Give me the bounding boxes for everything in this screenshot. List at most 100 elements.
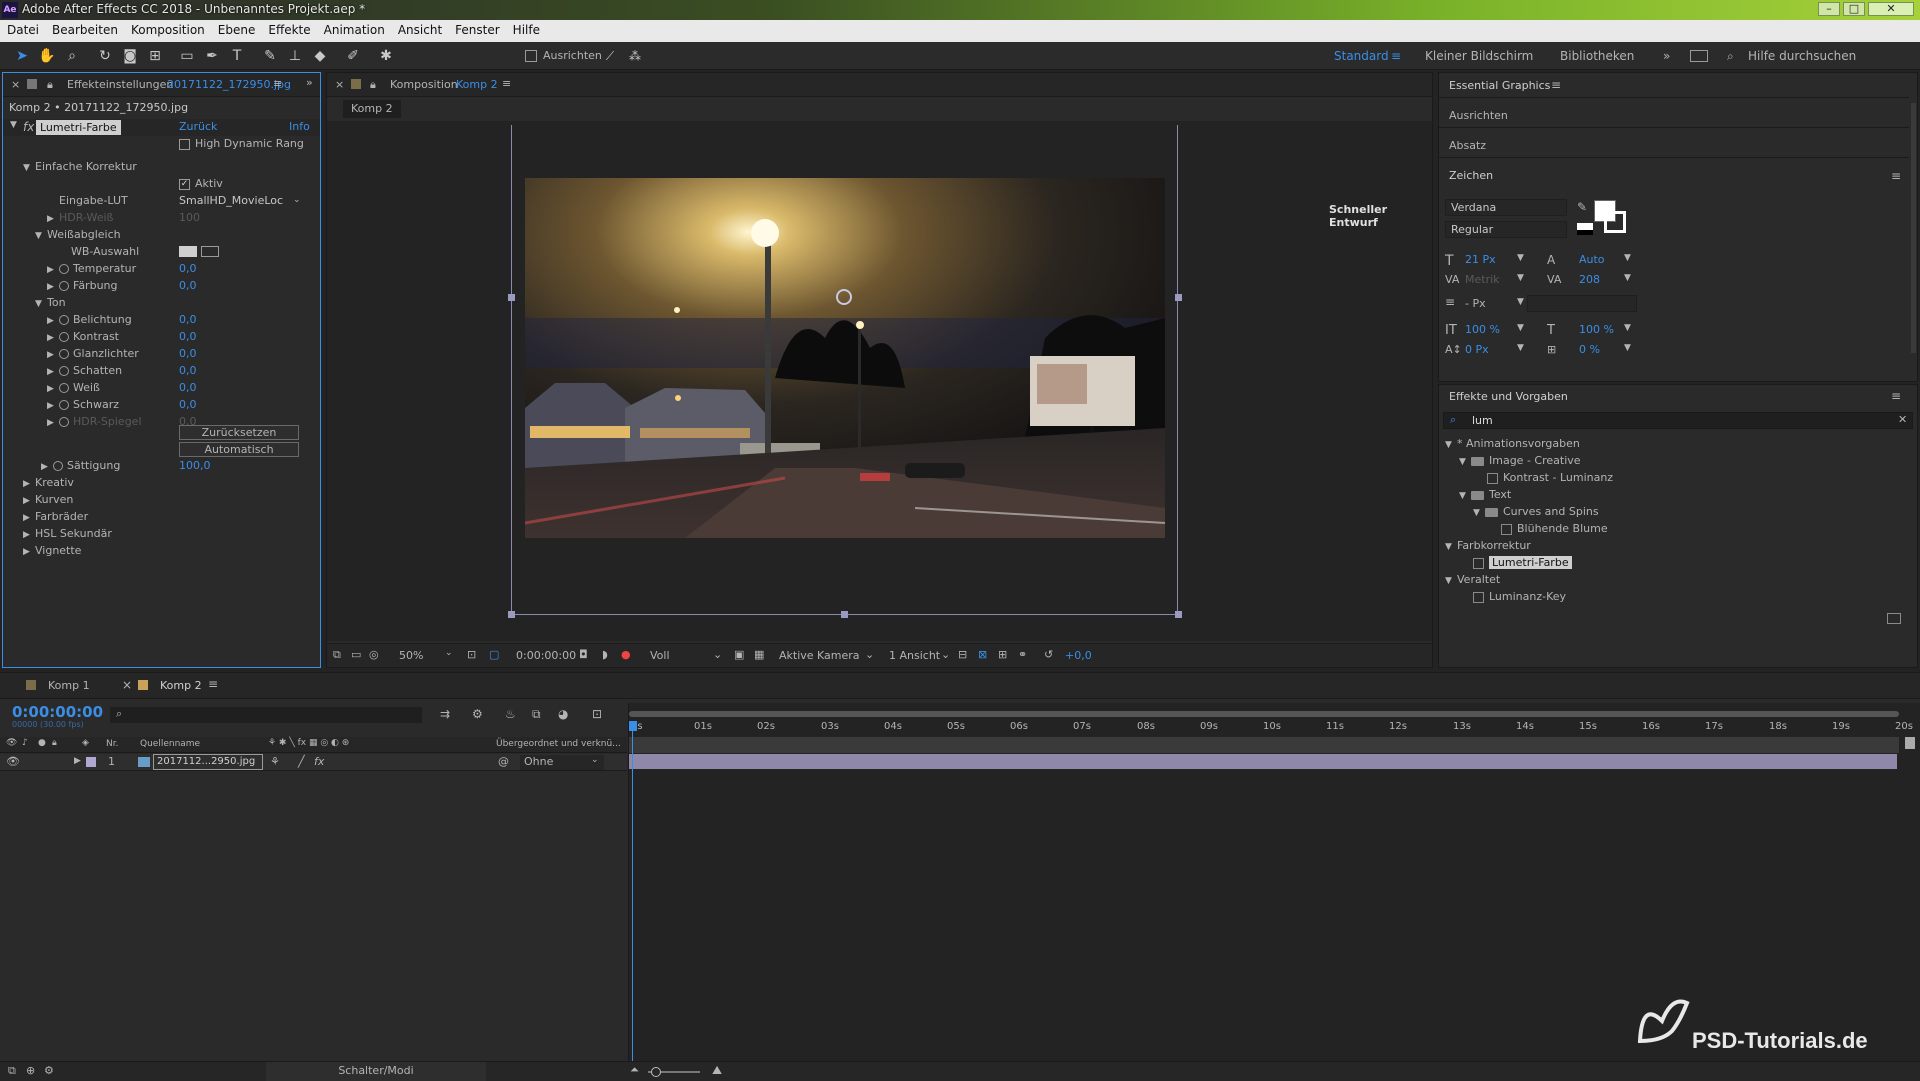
menu-hilfe[interactable]: Hilfe (506, 20, 546, 37)
effect-property-row[interactable]: ▼ Einfache Korrektur (23, 158, 311, 175)
clone-stamp-tool-icon[interactable]: ⊥ (286, 47, 304, 65)
chevron-down-icon[interactable]: ⌄ (445, 648, 453, 658)
show-snapshot-icon[interactable]: ◗ (602, 648, 608, 661)
horizontal-scale-value[interactable]: 100 % (1579, 323, 1614, 336)
workspace-menu-icon[interactable]: ≡ (1391, 49, 1401, 63)
zoom-select[interactable]: 50% (399, 649, 423, 662)
stopwatch-icon[interactable] (59, 366, 69, 376)
hdr-checkbox[interactable] (179, 138, 190, 150)
toggle-modes-icon[interactable]: ⊕ (26, 1064, 35, 1077)
column-parent[interactable]: Übergeordnet und verknü... (496, 739, 621, 749)
wb-eyedropper-icon[interactable] (201, 246, 219, 257)
stopwatch-icon[interactable] (59, 400, 69, 410)
rotate-tool-icon[interactable]: ↻ (96, 47, 114, 65)
solo-toggle-icon[interactable]: ● (38, 738, 46, 748)
sync-settings-icon[interactable] (1690, 50, 1708, 62)
property-value[interactable]: 0,0 (179, 379, 197, 396)
brush-tool-icon[interactable]: ✎ (261, 47, 279, 65)
auto-button[interactable]: Automatisch (179, 442, 299, 457)
panel-menu-icon[interactable]: ≡ (502, 77, 511, 90)
effect-section-row[interactable]: ▶ Kreativ (23, 474, 303, 491)
time-graph[interactable]: 0s01s02s03s04s05s06s07s08s09s10s11s12s13… (628, 703, 1920, 1077)
reset-exposure-icon[interactable]: ↺ (1044, 648, 1053, 661)
viewer-area[interactable]: Schneller Entwurf (327, 121, 1432, 641)
snap-options-icon[interactable]: ⁂ (626, 47, 644, 65)
scrollbar[interactable] (1911, 103, 1916, 353)
stopwatch-icon[interactable] (59, 332, 69, 342)
motion-blur-icon[interactable]: ◕ (558, 707, 568, 721)
dropdown-icon[interactable]: ▼ (1517, 253, 1524, 263)
chevron-down-icon[interactable]: ⌄ (941, 648, 950, 661)
comp-mini-flowchart-icon[interactable]: ⇉ (440, 707, 450, 721)
expand-triangle-icon[interactable]: ▼ (10, 120, 17, 130)
back-link[interactable]: Zurück (179, 120, 217, 133)
fx-toggle-icon[interactable]: fx (23, 120, 34, 134)
font-style-select[interactable]: Regular (1445, 221, 1567, 238)
audio-toggle-icon[interactable]: ♪ (22, 738, 28, 748)
zoom-out-icon[interactable]: ⏶ (630, 1063, 639, 1077)
hand-tool-icon[interactable]: ✋ (38, 47, 56, 65)
dropdown-icon[interactable]: ▼ (1517, 273, 1524, 283)
property-value[interactable]: 0,0 (179, 345, 197, 362)
effect-property-row[interactable]: ▶ Weiß 0,0 (47, 379, 311, 396)
exposure-value[interactable]: +0,0 (1065, 649, 1092, 662)
transform-handle[interactable] (841, 611, 848, 618)
stopwatch-icon[interactable] (59, 349, 69, 359)
menu-fenster[interactable]: Fenster (448, 20, 506, 37)
comp-end-marker-icon[interactable] (1905, 737, 1915, 749)
chevron-down-icon[interactable]: ⌄ (293, 192, 301, 209)
expand-triangle-icon[interactable]: ▶ (23, 544, 35, 561)
flowchart-icon[interactable]: ⚭ (1018, 648, 1027, 661)
effect-switch-icon[interactable]: fx (314, 755, 324, 768)
toggle-duration-icon[interactable]: ⚙ (44, 1064, 54, 1077)
composition-tab[interactable]: × 🔒︎ Komposition Komp 2 ≡ (327, 73, 1432, 97)
transparency-grid-icon[interactable]: ▦ (754, 648, 764, 661)
new-preset-icon[interactable] (1887, 613, 1901, 624)
font-size-value[interactable]: 21 Px (1465, 253, 1496, 266)
stroke-color-swatch[interactable] (1604, 211, 1626, 233)
rectangle-tool-icon[interactable]: ▭ (178, 47, 196, 65)
monitor-icon[interactable]: ▭ (351, 648, 361, 661)
effect-property-row[interactable]: ▶ Kontrast 0,0 (47, 328, 311, 345)
fast-preview-icon[interactable]: ⊠ (978, 648, 987, 661)
layer-row[interactable]: 👁︎ ▶ 1 2017112...2950.jpg ⚘ ╱ fx @ Ohne … (0, 754, 627, 771)
draft-3d-icon[interactable]: ⚙ (472, 707, 483, 721)
close-tab-icon[interactable]: × (335, 78, 344, 91)
minimize-button[interactable]: – (1818, 2, 1840, 16)
column-source-name[interactable]: Quellenname (140, 739, 200, 749)
lock-toggle-icon[interactable]: 🔒︎ (52, 738, 57, 748)
views-select[interactable]: 1 Ansicht (889, 649, 940, 662)
preset-tree-item[interactable]: ▼ * Animationsvorgaben (1445, 435, 1905, 452)
panel-menu-icon[interactable]: ≡ (1891, 389, 1901, 403)
preview-icon[interactable]: ◎ (369, 648, 379, 661)
timeline-icon[interactable]: ⊞ (998, 648, 1007, 661)
property-value[interactable]: 100 (179, 209, 200, 226)
input-lut-select[interactable]: SmallHD_MovieLoc (179, 192, 291, 209)
stroke-type-select[interactable] (1527, 295, 1637, 312)
stopwatch-icon[interactable] (59, 383, 69, 393)
transform-handle[interactable] (508, 294, 515, 301)
stopwatch-icon[interactable] (53, 461, 63, 471)
effect-property-row[interactable]: Eingabe-LUT SmallHD_MovieLoc ⌄ (47, 192, 311, 209)
pen-tool-icon[interactable]: ✒ (203, 47, 221, 65)
layer-name[interactable]: 2017112...2950.jpg (153, 754, 263, 770)
kerning-value[interactable]: Metrik (1465, 273, 1500, 286)
pan-behind-tool-icon[interactable]: ⊞ (146, 47, 164, 65)
close-tab-icon[interactable]: × (122, 678, 132, 692)
maximize-button[interactable]: □ (1843, 2, 1865, 16)
timeline-timecode[interactable]: 0:00:00:00 (12, 703, 103, 721)
help-search-input[interactable]: Hilfe durchsuchen (1748, 49, 1856, 63)
tsume-value[interactable]: 0 % (1579, 343, 1600, 356)
effect-property-row[interactable]: ▶ Temperatur 0,0 (47, 260, 311, 277)
work-area-bar[interactable] (629, 711, 1899, 717)
dropdown-icon[interactable]: ▼ (1517, 323, 1524, 333)
chevron-down-icon[interactable]: ⌄ (713, 648, 722, 661)
time-ruler[interactable]: 0s01s02s03s04s05s06s07s08s09s10s11s12s13… (629, 721, 1913, 735)
close-tab-icon[interactable]: × (11, 78, 20, 91)
effect-property-row[interactable]: ▼ Weißabgleich (35, 226, 311, 243)
preset-tree-item[interactable]: Blühende Blume (1445, 520, 1905, 537)
effect-property-row[interactable]: ▶ Schwarz 0,0 (47, 396, 311, 413)
font-family-select[interactable]: Verdana (1445, 199, 1567, 216)
effect-property-row[interactable]: ▶ Färbung 0,0 (47, 277, 311, 294)
camera-tool-icon[interactable]: ◙ (121, 47, 139, 65)
